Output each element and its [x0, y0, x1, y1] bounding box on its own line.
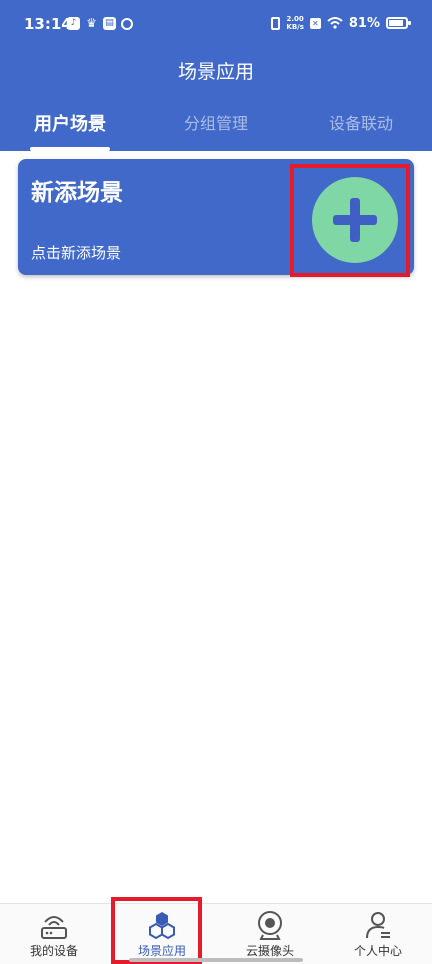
wifi-icon: [327, 17, 343, 29]
page-title: 场景应用: [177, 61, 254, 83]
battery-percent: 81%: [348, 15, 380, 31]
nav-item-profile[interactable]: 个人中心: [324, 904, 432, 964]
card-title: 新添场景: [31, 180, 123, 206]
active-tab-indicator: [30, 147, 110, 151]
vibrate-icon: [271, 16, 281, 30]
home-indicator: [129, 958, 303, 962]
crown-icon: ♛: [86, 16, 97, 30]
net-speed: 2.00 KB/s: [286, 15, 304, 31]
tab-user-scenes[interactable]: 用户场景: [34, 110, 106, 136]
tab-bar: 用户场景 分组管理 设备联动: [0, 110, 432, 151]
status-bar: 13:14 ♪ ♛ ▤ 2.00 KB/s ✕ 81%: [0, 0, 432, 50]
nav-label: 场景应用: [137, 944, 186, 958]
calendar-icon: ▤: [103, 17, 116, 30]
add-scene-card[interactable]: 新添场景 点击新添场景: [18, 159, 414, 275]
camera-icon: [258, 911, 282, 940]
router-icon: [41, 916, 67, 939]
status-right: 2.00 KB/s ✕ 81%: [271, 15, 411, 31]
nav-item-cloud-camera[interactable]: 云摄像头: [216, 904, 324, 964]
hexagons-icon: [149, 912, 175, 940]
nav-label: 我的设备: [29, 944, 78, 958]
tiktok-icon: ♪: [67, 17, 80, 30]
notification-icons: ♪ ♛ ▤: [67, 17, 133, 30]
nav-label: 云摄像头: [245, 944, 294, 958]
person-icon: [366, 912, 390, 939]
nav-item-scene-apps[interactable]: 场景应用: [108, 904, 216, 964]
ring-icon: [121, 17, 133, 30]
card-subtitle: 点击新添场景: [31, 244, 122, 262]
bottom-nav: 我的设备 场景应用 云摄像头 个人中心: [0, 903, 432, 964]
tab-device-linkage[interactable]: 设备联动: [329, 110, 393, 134]
battery-icon: [386, 17, 411, 29]
sim-icon: ✕: [309, 17, 321, 29]
nav-label: 个人中心: [353, 944, 402, 958]
status-time: 13:14: [24, 15, 72, 33]
app-header: 13:14 ♪ ♛ ▤ 2.00 KB/s ✕ 81% 场景应用 用户场景 分组管…: [0, 0, 432, 151]
tab-group-management[interactable]: 分组管理: [184, 110, 248, 134]
add-scene-button[interactable]: [312, 177, 398, 263]
nav-item-my-devices[interactable]: 我的设备: [0, 904, 108, 964]
